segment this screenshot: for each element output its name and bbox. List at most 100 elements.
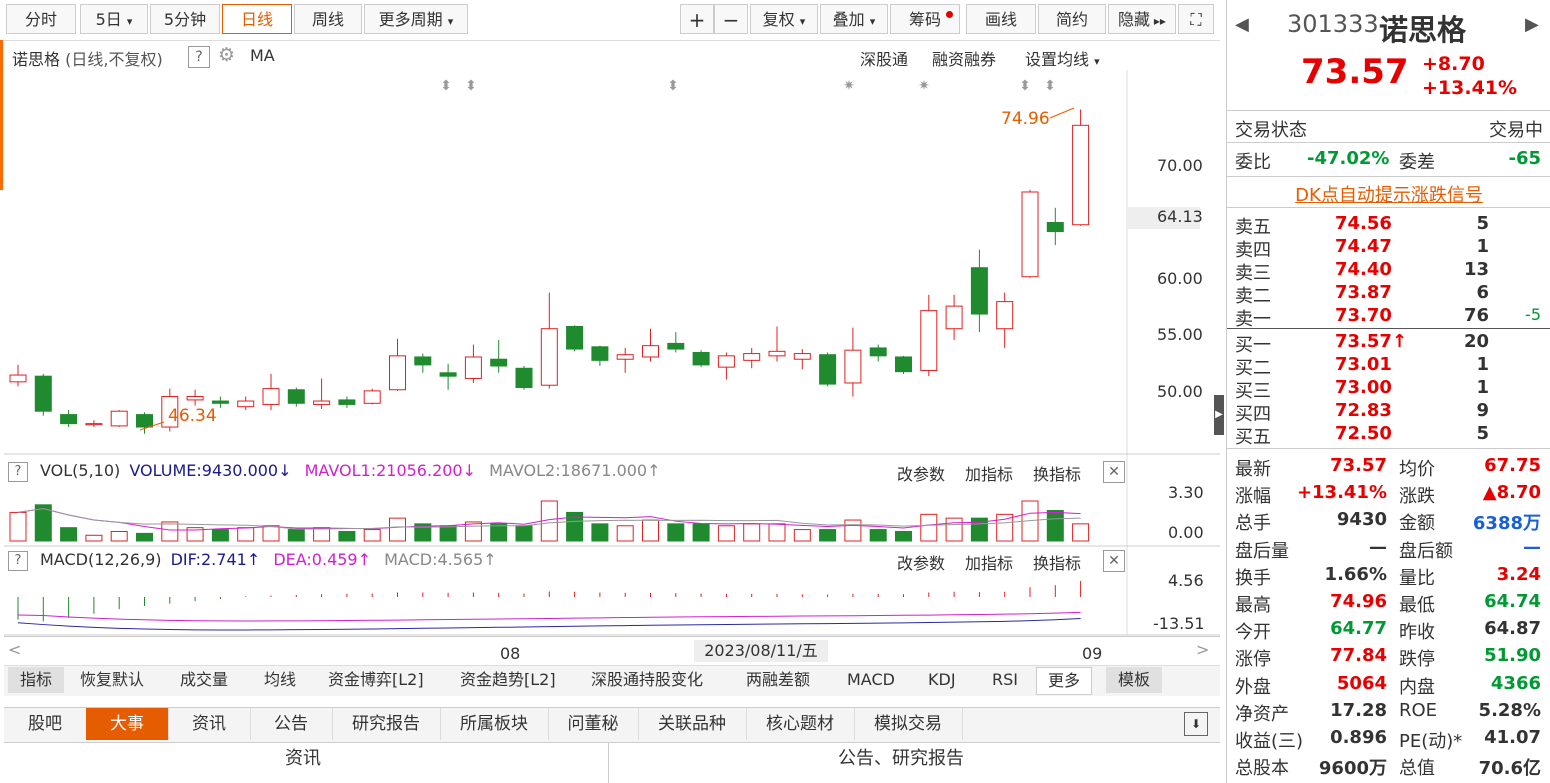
stat-row: 盘后量 — 盘后额 — — [1227, 537, 1550, 562]
tab-paper-trading[interactable]: 模拟交易 — [854, 708, 963, 740]
bid-price: 73.00 — [1335, 377, 1392, 398]
event-marker-icon[interactable]: ⬍ — [465, 78, 477, 94]
chart-title: 诺思格 (日线,不复权) — [12, 46, 163, 70]
price-tick: 60.00 — [1157, 269, 1203, 288]
event-marker-icon[interactable]: ⬍ — [667, 78, 679, 94]
event-marker-icon[interactable]: ⬍ — [440, 78, 452, 94]
ma-label[interactable]: MA — [250, 46, 275, 65]
stat-label: 涨跌 — [1399, 486, 1435, 508]
candle-body — [642, 345, 659, 358]
zoom-out-button[interactable]: − — [714, 4, 748, 34]
macd-close-icon[interactable]: ✕ — [1103, 550, 1125, 572]
candle-body — [9, 374, 27, 383]
tab-related[interactable]: 关联品种 — [638, 708, 747, 740]
stat-label: 金额 — [1399, 513, 1435, 535]
vol-edit-params[interactable]: 改参数 — [897, 461, 945, 485]
vol-help-button[interactable]: ? — [8, 462, 28, 482]
tab-more[interactable]: 更多 — [1036, 667, 1092, 695]
tab-fund-game[interactable]: 资金博弈[L2] — [328, 667, 424, 693]
macd-header: MACD(12,26,9) DIF:2.741↑ DEA:0.459↑ MACD… — [40, 550, 497, 569]
prev-stock-icon[interactable]: ◀ — [1235, 14, 1249, 35]
candle-body — [287, 389, 305, 404]
event-marker-icon[interactable]: ✷ — [843, 78, 855, 94]
link-sh-sz-connect[interactable]: 深股通 — [860, 46, 908, 70]
tab-fund-trend[interactable]: 资金趋势[L2] — [460, 667, 556, 693]
restore-rights-button[interactable]: 复权 ▾ — [750, 4, 818, 34]
zoom-in-button[interactable]: + — [680, 4, 714, 34]
tab-volume[interactable]: 成交量 — [180, 667, 228, 693]
order-ratio-label: 委比 — [1235, 152, 1271, 173]
dk-signal-link[interactable]: DK点自动提示涨跌信号 — [1227, 181, 1550, 207]
macd-help-button[interactable]: ? — [8, 551, 28, 571]
vol-close-icon[interactable]: ✕ — [1103, 461, 1125, 483]
candle — [920, 294, 938, 377]
link-set-ma[interactable]: 设置均线 ▾ — [1025, 46, 1100, 70]
vol-switch-indicator[interactable]: 换指标 — [1033, 461, 1081, 485]
bid-price: 72.50 — [1335, 423, 1392, 444]
candle — [717, 352, 735, 380]
tab-sectors[interactable]: 所属板块 — [440, 708, 549, 740]
tab-core-topics[interactable]: 核心题材 — [746, 708, 855, 740]
volume-bar — [869, 529, 887, 542]
tab-indicators[interactable]: 指标 — [8, 667, 64, 693]
tab-research[interactable]: 研究报告 — [332, 708, 441, 740]
collapse-panel-icon[interactable]: ▶ — [1214, 395, 1224, 435]
hide-button[interactable]: 隐藏 ▸▸ — [1108, 4, 1176, 34]
tab-ma[interactable]: 均线 — [264, 667, 296, 693]
tab-rsi[interactable]: RSI — [992, 667, 1018, 693]
macd-switch-indicator[interactable]: 换指标 — [1033, 550, 1081, 574]
candle-body — [844, 349, 862, 384]
tab-macd[interactable]: MACD — [847, 667, 895, 693]
scroll-left-icon[interactable]: < — [8, 640, 21, 659]
fullscreen-button[interactable]: ⛶ — [1178, 4, 1214, 34]
period-tab-more[interactable]: 更多周期 ▾ — [364, 4, 468, 34]
simple-button[interactable]: 简约 — [1038, 4, 1106, 34]
event-marker-icon[interactable]: ✷ — [918, 78, 930, 94]
help-button[interactable]: ? — [188, 46, 210, 68]
period-tab-daily[interactable]: 日线 — [222, 4, 292, 34]
candle — [793, 349, 811, 370]
link-margin-trading[interactable]: 融资融券 — [932, 46, 996, 70]
ask-row: 卖四 74.47 1 — [1227, 236, 1550, 261]
event-marker-icon[interactable]: ⬍ — [1044, 78, 1056, 94]
chips-button[interactable]: 筹码 — [890, 4, 960, 34]
tab-events[interactable]: 大事 — [86, 708, 169, 740]
news-section-title: 资讯 — [285, 748, 321, 769]
tab-news[interactable]: 资讯 — [168, 708, 251, 740]
tab-restore-default[interactable]: 恢复默认 — [80, 667, 144, 693]
draw-button[interactable]: 画线 — [966, 4, 1036, 34]
tab-ask-secretary[interactable]: 问董秘 — [548, 708, 639, 740]
period-tab-5min[interactable]: 5分钟 — [150, 4, 220, 34]
candle — [768, 326, 786, 362]
tab-margin-diff[interactable]: 两融差额 — [746, 667, 810, 693]
arrow-up-icon: ↑ — [246, 550, 261, 569]
macd-add-indicator[interactable]: 加指标 — [965, 550, 1013, 574]
download-icon[interactable]: ⬇ — [1184, 712, 1208, 736]
stat-value: 64.77 — [1330, 618, 1387, 640]
candle-body — [1046, 222, 1064, 233]
gear-icon[interactable]: ⚙ — [218, 44, 235, 66]
scroll-right-icon[interactable]: > — [1196, 640, 1209, 659]
overlay-button[interactable]: 叠加 ▾ — [820, 4, 888, 34]
period-tab-5day[interactable]: 5日 ▾ — [80, 4, 148, 34]
period-tab-weekly[interactable]: 周线 — [294, 4, 362, 34]
vol-add-indicator[interactable]: 加指标 — [965, 461, 1013, 485]
period-tab-intraday[interactable]: 分时 — [6, 4, 76, 34]
candle — [363, 388, 381, 405]
candle-body — [515, 367, 533, 388]
fullscreen-icon: ⛶ — [1190, 10, 1202, 29]
event-marker-icon[interactable]: ⬍ — [1019, 78, 1031, 94]
candle — [540, 292, 558, 389]
tab-connect-holdings[interactable]: 深股通持股变化 — [591, 667, 703, 693]
macd-edit-params[interactable]: 改参数 — [897, 550, 945, 574]
tab-template[interactable]: 模板 — [1106, 667, 1162, 693]
kline-chart[interactable]: ⬍ ⬍ ⬍ ✷ ✷ ⬍ ⬍ — [0, 70, 1220, 670]
stat-label: 今开 — [1235, 622, 1271, 644]
ask-price: 74.56 — [1335, 213, 1392, 234]
next-stock-icon[interactable]: ▶ — [1525, 14, 1539, 35]
candle-body — [667, 342, 685, 350]
chart-toolbar: 分时 5日 ▾ 5分钟 日线 周线 更多周期 ▾ + − 复权 ▾ 叠加 ▾ 筹… — [0, 0, 1220, 41]
tab-kdj[interactable]: KDJ — [928, 667, 956, 693]
tab-announcements[interactable]: 公告 — [250, 708, 333, 740]
tab-forum[interactable]: 股吧 — [4, 708, 87, 740]
